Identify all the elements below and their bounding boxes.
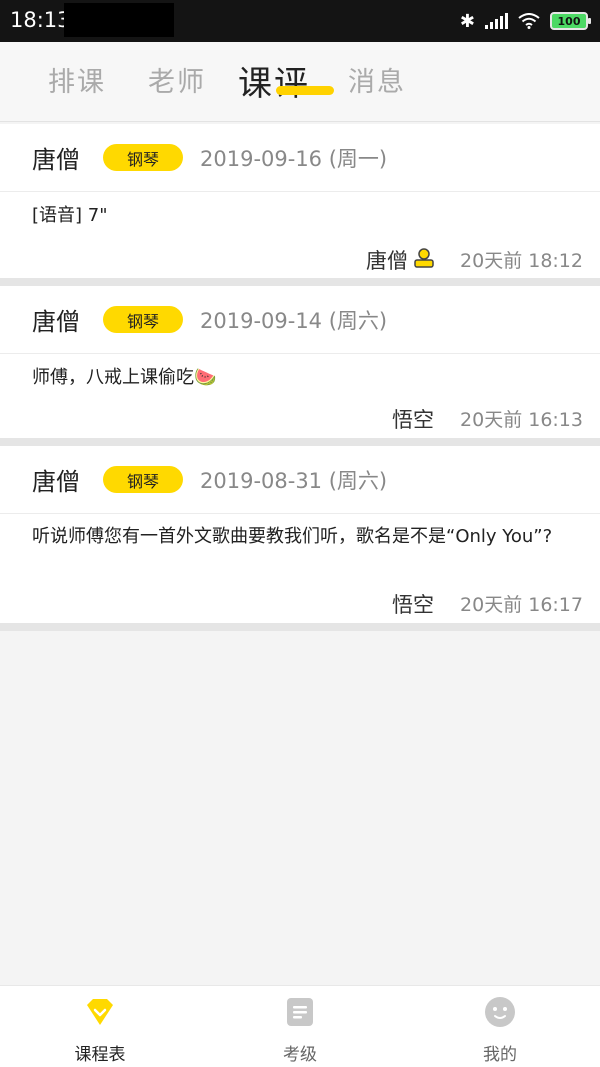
subject-badge: 钢琴 bbox=[103, 144, 183, 171]
review-card-header: 唐僧 钢琴 2019-09-16 (周一) bbox=[0, 124, 600, 192]
nav-schedule[interactable]: 课程表 bbox=[0, 986, 200, 1067]
teacher-name: 唐僧 bbox=[32, 308, 80, 336]
document-icon bbox=[287, 998, 313, 1026]
teacher-badge-icon bbox=[414, 248, 434, 268]
review-card-header: 唐僧 钢琴 2019-09-14 (周六) bbox=[0, 286, 600, 354]
app-screen: 18:13 ✱ 100 排课 老师 课评 消息 唐僧 钢琴 2019-09-16… bbox=[0, 0, 600, 1067]
tab-schedule[interactable]: 排课 bbox=[48, 60, 106, 99]
review-card[interactable]: 唐僧 钢琴 2019-09-14 (周六) 师傅，八戒上课偷吃🍉 悟空 20天前… bbox=[0, 286, 600, 438]
nav-profile[interactable]: 我的 bbox=[400, 986, 600, 1067]
card-divider bbox=[0, 278, 600, 286]
bluetooth-icon: ✱ bbox=[459, 10, 475, 32]
status-time: 18:13 bbox=[10, 8, 71, 32]
voice-message[interactable]: [语音] 7" bbox=[32, 203, 562, 229]
review-card[interactable]: 唐僧 钢琴 2019-08-31 (周六) 听说师傅您有一首外文歌曲要教我们听，… bbox=[0, 446, 600, 623]
subject-badge: 钢琴 bbox=[103, 466, 183, 493]
card-divider bbox=[0, 438, 600, 446]
tab-teachers[interactable]: 老师 bbox=[148, 60, 206, 99]
tab-messages[interactable]: 消息 bbox=[348, 60, 406, 99]
card-divider bbox=[0, 623, 600, 631]
comment-text: 听说师傅您有一首外文歌曲要教我们听，歌名是不是“Only You”? bbox=[32, 526, 553, 547]
lesson-date: 2019-09-14 (周六) bbox=[200, 309, 388, 333]
lesson-date: 2019-08-31 (周六) bbox=[200, 469, 388, 493]
wifi-icon bbox=[518, 13, 540, 29]
nav-label: 考级 bbox=[283, 1045, 317, 1065]
teacher-name: 唐僧 bbox=[32, 146, 80, 174]
subject-badge: 钢琴 bbox=[103, 306, 183, 333]
review-card[interactable]: 唐僧 钢琴 2019-09-16 (周一) [语音] 7" 唐僧 20天前 18… bbox=[0, 124, 600, 278]
comment-time: 20天前 16:17 bbox=[460, 594, 583, 616]
bottom-nav: 课程表 考级 我的 bbox=[0, 985, 600, 1067]
active-tab-indicator bbox=[276, 86, 334, 95]
review-card-header: 唐僧 钢琴 2019-08-31 (周六) bbox=[0, 446, 600, 514]
comment-time: 20天前 16:13 bbox=[460, 409, 583, 431]
nav-label: 我的 bbox=[483, 1045, 517, 1065]
comment-author: 悟空 bbox=[392, 593, 434, 617]
top-tab-bar: 排课 老师 课评 消息 bbox=[0, 42, 600, 122]
status-icons: ✱ 100 bbox=[459, 8, 591, 34]
nav-exam[interactable]: 考级 bbox=[200, 986, 400, 1067]
comment-text: 师傅，八戒上课偷吃🍉 bbox=[32, 367, 217, 388]
teacher-name: 唐僧 bbox=[32, 468, 80, 496]
redacted-area bbox=[64, 3, 174, 37]
lesson-date: 2019-09-16 (周一) bbox=[200, 147, 388, 171]
comment-author: 唐僧 bbox=[366, 249, 408, 273]
face-icon bbox=[485, 997, 515, 1027]
tab-reviews[interactable]: 课评 bbox=[238, 56, 310, 105]
signal-icon bbox=[485, 13, 508, 29]
schedule-icon bbox=[87, 999, 113, 1025]
nav-label: 课程表 bbox=[74, 1045, 126, 1065]
comment-author: 悟空 bbox=[392, 408, 434, 432]
battery-icon: 100 bbox=[550, 12, 591, 30]
status-bar: 18:13 ✱ 100 bbox=[0, 0, 600, 42]
comment-time: 20天前 18:12 bbox=[460, 250, 583, 272]
